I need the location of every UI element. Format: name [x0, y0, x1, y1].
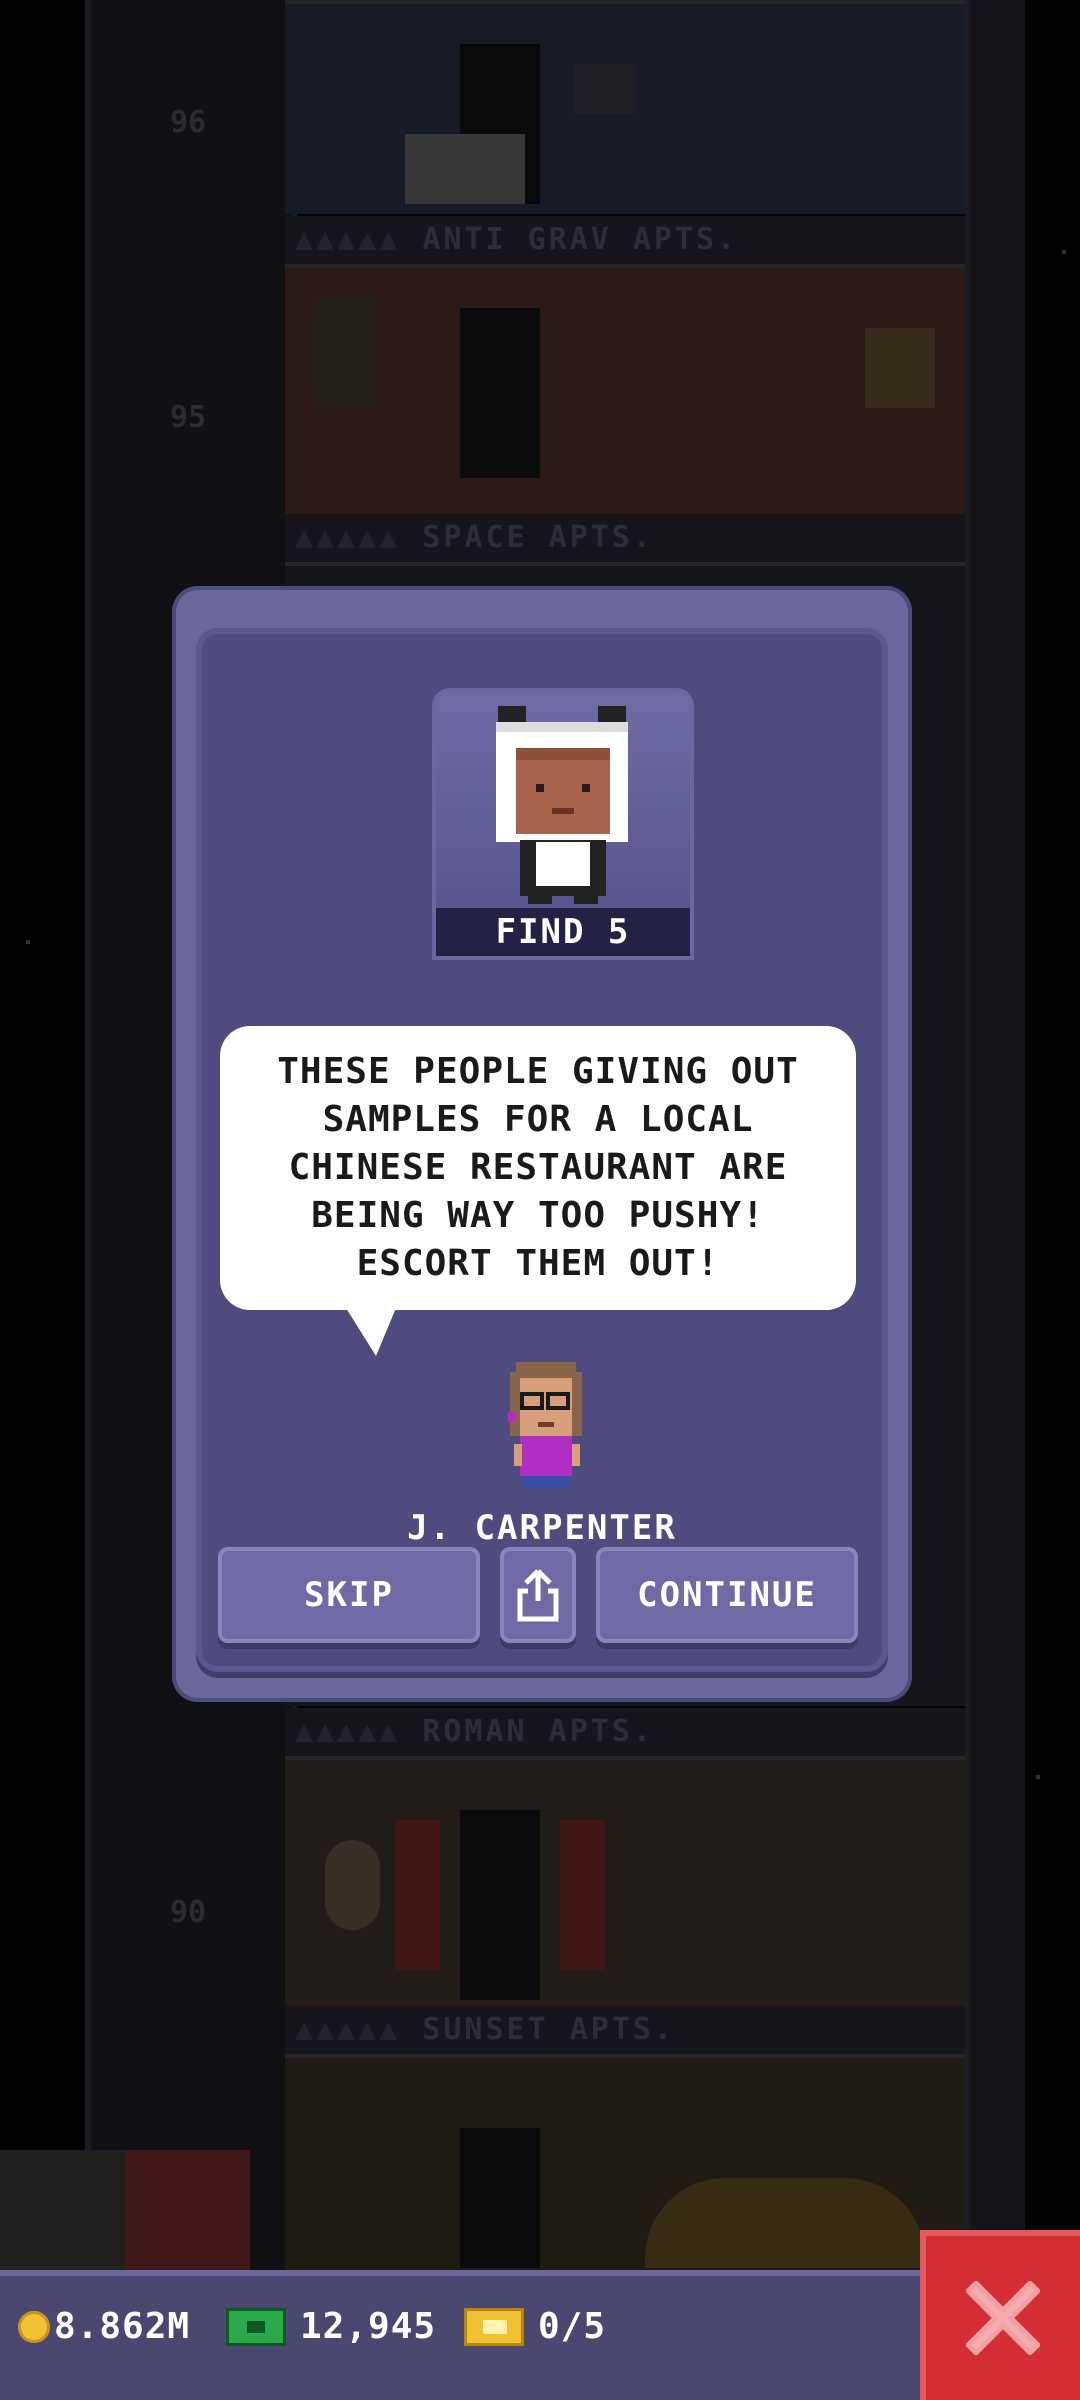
tickets-stat[interactable]: 0/5 [464, 2306, 606, 2347]
target-portrait-card: FIND 5 [432, 688, 694, 960]
coin-icon [18, 2310, 50, 2343]
skip-button-label: SKIP [304, 1575, 394, 1615]
skip-button[interactable]: SKIP [218, 1547, 480, 1643]
continue-button[interactable]: CONTINUE [596, 1547, 858, 1643]
bux-value: 12,945 [300, 2306, 437, 2347]
mission-dialog-body: FIND 5 THESE PEOPLE GIVING OUT SAMPLES F… [196, 628, 888, 1672]
speech-bubble: THESE PEOPLE GIVING OUT SAMPLES FOR A LO… [220, 1026, 856, 1310]
bux-stat[interactable]: 12,945 [226, 2306, 436, 2347]
coins-stat[interactable]: 8.862M [18, 2306, 190, 2347]
share-icon [517, 1569, 559, 1622]
continue-button-label: CONTINUE [637, 1575, 817, 1615]
mission-dialog: FIND 5 THESE PEOPLE GIVING OUT SAMPLES F… [172, 586, 912, 1702]
npc-avatar-icon [508, 1362, 582, 1488]
close-icon [966, 2281, 1040, 2355]
find-count-label: FIND 5 [436, 908, 690, 956]
npc-name: J. CARPENTER [407, 1508, 677, 1548]
tower-bux-icon [226, 2307, 286, 2346]
status-bar: 8.862M 12,945 0/5 [0, 2270, 920, 2400]
mission-description: THESE PEOPLE GIVING OUT SAMPLES FOR A LO… [277, 1051, 799, 1284]
ticket-icon [464, 2307, 524, 2346]
share-button[interactable] [500, 1547, 576, 1643]
speech-bubble-tail [346, 1308, 396, 1356]
coins-value: 8.862M [54, 2306, 191, 2347]
close-button[interactable] [920, 2230, 1080, 2400]
tickets-value: 0/5 [538, 2306, 607, 2347]
panda-costume-character-icon [496, 706, 628, 904]
